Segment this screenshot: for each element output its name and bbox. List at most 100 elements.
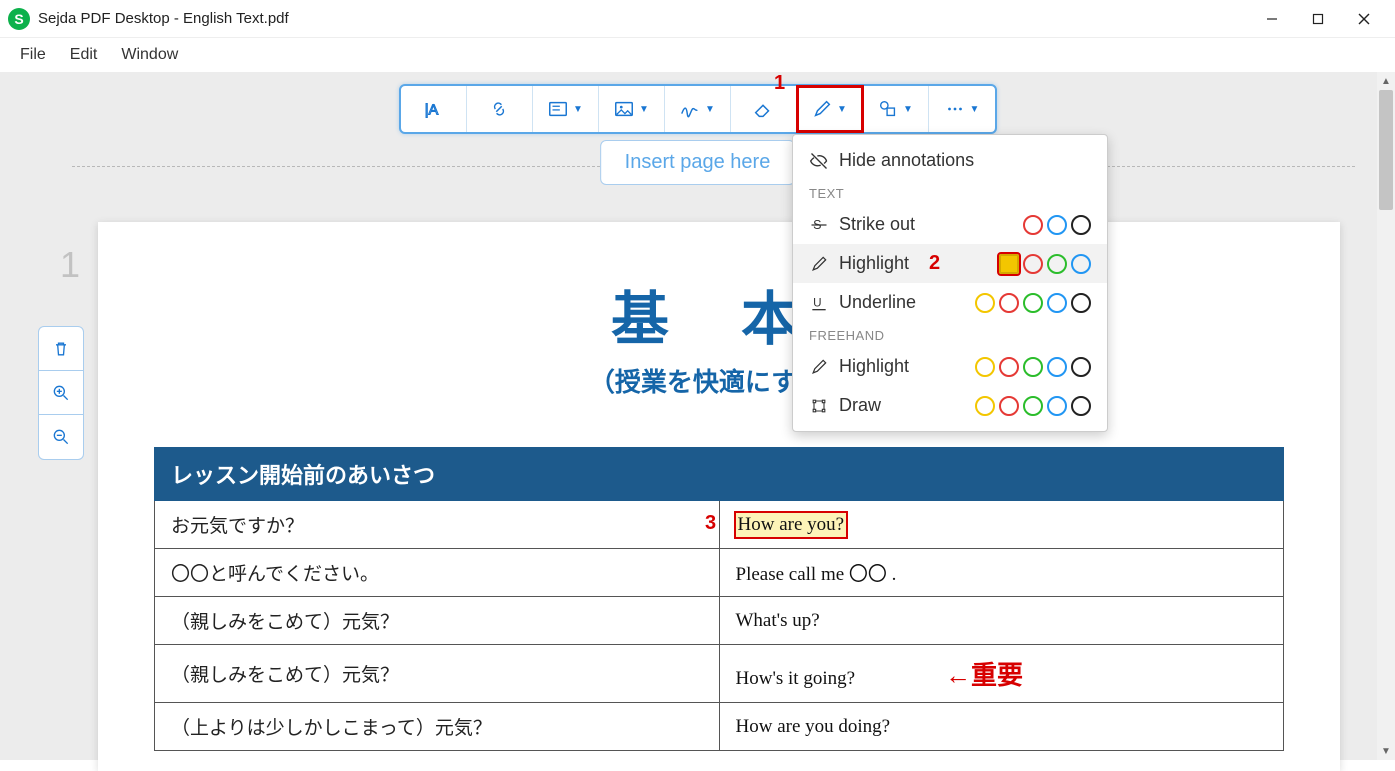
- content-area: |A ▼ ▼ ▼ ▼ ▼ ▼: [0, 72, 1395, 760]
- strike-color-red[interactable]: [1023, 215, 1043, 235]
- dropdown-section-freehand: FREEHAND: [793, 322, 1107, 347]
- callout-label-1: 1: [774, 72, 785, 95]
- fh-draw-black[interactable]: [1071, 396, 1091, 416]
- phrase-table: レッスン開始前のあいさつ お元気ですか？ How are you? 〇〇と呼んで…: [154, 447, 1284, 751]
- scroll-thumb[interactable]: [1379, 90, 1393, 210]
- cell-en[interactable]: Please call me 〇〇 .: [719, 549, 1284, 597]
- hide-annotations-item[interactable]: Hide annotations: [793, 141, 1107, 180]
- table-row: お元気ですか？ How are you?: [155, 501, 1284, 549]
- cell-en[interactable]: How's it going?←重要: [719, 645, 1284, 703]
- whiteout-tool-button[interactable]: [731, 86, 797, 132]
- menubar: File Edit Window: [0, 38, 1395, 72]
- window-title: Sejda PDF Desktop - English Text.pdf: [38, 10, 289, 27]
- fh-draw-red[interactable]: [999, 396, 1019, 416]
- fh-highlight-yellow[interactable]: [975, 357, 995, 377]
- fh-draw-yellow[interactable]: [975, 396, 995, 416]
- highlight-item[interactable]: Highlight: [793, 244, 1107, 283]
- table-row: （親しみをこめて）元気？ What's up?: [155, 597, 1284, 645]
- delete-page-button[interactable]: [39, 327, 83, 371]
- underline-color-blue[interactable]: [1047, 293, 1067, 313]
- sign-tool-button[interactable]: ▼: [665, 86, 731, 132]
- maximize-button[interactable]: [1295, 4, 1341, 34]
- caret-icon: ▼: [970, 104, 980, 115]
- scroll-up-button[interactable]: ▲: [1377, 72, 1395, 90]
- caret-icon: ▼: [639, 104, 649, 115]
- freehand-highlight-label: Highlight: [839, 356, 965, 377]
- fh-highlight-red[interactable]: [999, 357, 1019, 377]
- close-button[interactable]: [1341, 4, 1387, 34]
- callout-label-2: 2: [929, 252, 940, 275]
- menu-file[interactable]: File: [8, 40, 58, 70]
- caret-icon: ▼: [705, 104, 715, 115]
- highlighter-icon: [809, 357, 829, 377]
- menu-edit[interactable]: Edit: [58, 40, 110, 70]
- fh-highlight-black[interactable]: [1071, 357, 1091, 377]
- table-header-cell: レッスン開始前のあいさつ: [155, 448, 1284, 501]
- cell-en[interactable]: How are you doing?: [719, 703, 1284, 751]
- annotation-note: ←重要: [945, 660, 1023, 690]
- link-tool-button[interactable]: [467, 86, 533, 132]
- cell-en[interactable]: What's up?: [719, 597, 1284, 645]
- pdf-page[interactable]: 基 本 （授業を快適にするフ レッスン開始前のあいさつ お元気ですか？ How …: [98, 222, 1340, 771]
- highlighted-text[interactable]: How are you?: [736, 513, 847, 537]
- caret-icon: ▼: [903, 104, 913, 115]
- underline-color-yellow[interactable]: [975, 293, 995, 313]
- underline-color-red[interactable]: [999, 293, 1019, 313]
- fh-highlight-green[interactable]: [1023, 357, 1043, 377]
- zoom-in-button[interactable]: [39, 371, 83, 415]
- minimize-button[interactable]: [1249, 4, 1295, 34]
- table-header-row: レッスン開始前のあいさつ: [155, 448, 1284, 501]
- more-tool-button[interactable]: ▼: [929, 86, 995, 132]
- more-icon: [944, 98, 966, 120]
- cell-jp[interactable]: お元気ですか？: [155, 501, 720, 549]
- highlight-color-green[interactable]: [1047, 254, 1067, 274]
- cell-en[interactable]: How are you?: [719, 501, 1284, 549]
- freehand-draw-item[interactable]: Draw: [793, 386, 1107, 425]
- image-tool-button[interactable]: ▼: [599, 86, 665, 132]
- strike-color-black[interactable]: [1071, 215, 1091, 235]
- highlight-color-yellow[interactable]: [999, 254, 1019, 274]
- cell-jp[interactable]: 〇〇と呼んでください。: [155, 549, 720, 597]
- freehand-highlight-item[interactable]: Highlight: [793, 347, 1107, 386]
- trash-icon: [51, 339, 71, 359]
- highlight-color-red[interactable]: [1023, 254, 1043, 274]
- fh-draw-green[interactable]: [1023, 396, 1043, 416]
- strikeout-label: Strike out: [839, 214, 1013, 235]
- link-icon: [488, 98, 510, 120]
- underline-item[interactable]: U Underline: [793, 283, 1107, 322]
- fh-highlight-blue[interactable]: [1047, 357, 1067, 377]
- freehand-draw-label: Draw: [839, 395, 965, 416]
- underline-color-green[interactable]: [1023, 293, 1043, 313]
- caret-icon: ▼: [573, 104, 583, 115]
- side-tools: [38, 326, 84, 460]
- hide-annotations-label: Hide annotations: [839, 150, 1091, 171]
- vertical-scrollbar[interactable]: ▲ ▼: [1377, 72, 1395, 760]
- fh-draw-blue[interactable]: [1047, 396, 1067, 416]
- table-row: （親しみをこめて）元気？ How's it going?←重要: [155, 645, 1284, 703]
- strike-color-blue[interactable]: [1047, 215, 1067, 235]
- image-icon: [613, 98, 635, 120]
- cell-jp[interactable]: （親しみをこめて）元気？: [155, 597, 720, 645]
- draw-icon: [809, 396, 829, 416]
- form-icon: [547, 98, 569, 120]
- titlebar: S Sejda PDF Desktop - English Text.pdf: [0, 0, 1395, 38]
- menu-window[interactable]: Window: [109, 40, 190, 70]
- zoom-out-button[interactable]: [39, 415, 83, 459]
- eye-off-icon: [809, 151, 829, 171]
- shapes-icon: [877, 98, 899, 120]
- strikeout-item[interactable]: S Strike out: [793, 205, 1107, 244]
- strikeout-icon: S: [809, 215, 829, 235]
- shapes-tool-button[interactable]: ▼: [863, 86, 929, 132]
- cell-jp[interactable]: （親しみをこめて）元気？: [155, 645, 720, 703]
- svg-text:|A: |A: [425, 103, 439, 119]
- scroll-down-button[interactable]: ▼: [1377, 742, 1395, 760]
- cell-jp[interactable]: （上よりは少しかしこまって）元気？: [155, 703, 720, 751]
- text-tool-button[interactable]: |A: [401, 86, 467, 132]
- annotate-tool-button[interactable]: ▼: [797, 86, 863, 132]
- caret-icon: ▼: [837, 104, 847, 115]
- highlight-color-blue[interactable]: [1071, 254, 1091, 274]
- underline-color-black[interactable]: [1071, 293, 1091, 313]
- insert-page-button[interactable]: Insert page here: [600, 140, 796, 185]
- form-tool-button[interactable]: ▼: [533, 86, 599, 132]
- page-number: 1: [60, 244, 80, 286]
